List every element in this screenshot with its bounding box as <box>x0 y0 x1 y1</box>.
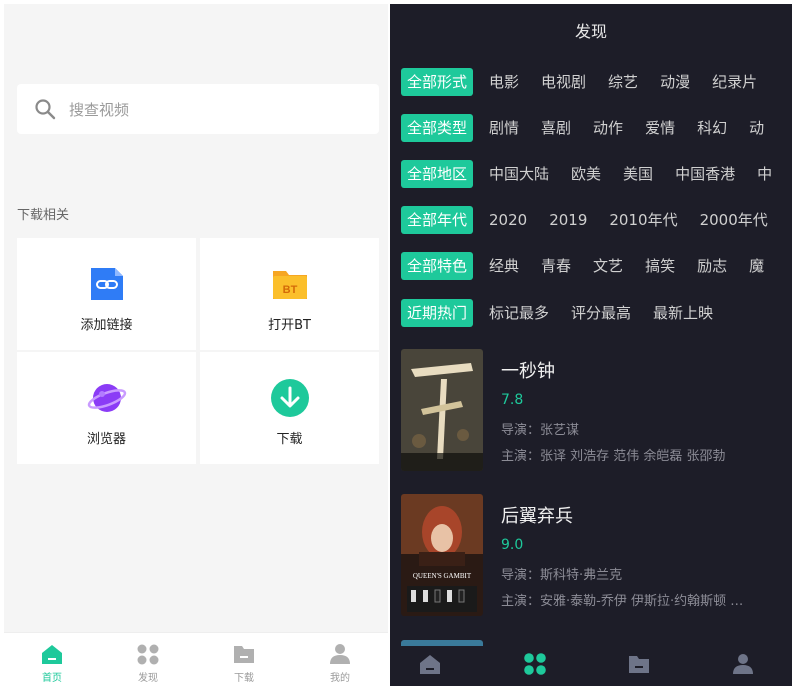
filter-chip-selected[interactable]: 全部类型 <box>401 114 474 142</box>
filter-row: 全部年代 2020 2019 2010年代 2000年代 <box>401 206 790 234</box>
filter-chip[interactable]: 综艺 <box>608 68 638 96</box>
tab-discover-label: 发现 <box>138 673 158 684</box>
filter-chip-selected[interactable]: 全部特色 <box>401 252 474 280</box>
tab-profile[interactable]: 我的 <box>292 633 388 686</box>
movie-director: 导演：张艺谋 <box>501 423 580 438</box>
filter-chip[interactable]: 青春 <box>541 252 571 280</box>
bottom-tab-bar <box>390 646 792 686</box>
filter-chip[interactable]: 科幻 <box>697 114 727 142</box>
svg-text:BT: BT <box>282 284 297 296</box>
home-icon[interactable] <box>418 652 442 676</box>
filter-chip[interactable]: 爱情 <box>645 114 675 142</box>
download-label: 下载 <box>276 432 303 447</box>
movie-director: 导演：斯科特·弗兰克 <box>501 568 623 583</box>
filter-chip[interactable]: 欧美 <box>571 160 601 188</box>
filter-chip-selected[interactable]: 全部形式 <box>401 68 474 96</box>
bt-folder-icon: BT <box>272 271 307 299</box>
tab-profile-label: 我的 <box>330 673 350 684</box>
filter-chip[interactable]: 喜剧 <box>541 114 571 142</box>
home-icon <box>42 645 62 664</box>
movie-card[interactable]: QUEEN'S GAMBIT 后翼弃兵 9.0 导演：斯科特·弗兰克 主演：安雅… <box>401 494 781 618</box>
section-title: 下载相关 <box>17 208 70 223</box>
movie-card[interactable]: 一秒钟 7.8 导演：张艺谋 主演：张译 刘浩存 范伟 余皑磊 张邵勃 <box>401 349 781 473</box>
poster-text: QUEEN'S GAMBIT <box>413 572 472 580</box>
movie-cast: 主演：张译 刘浩存 范伟 余皑磊 张邵勃 <box>501 449 726 464</box>
filter-chip[interactable]: 中国香港 <box>675 160 735 188</box>
filter-chip[interactable]: 中 <box>757 160 772 188</box>
filter-chip[interactable]: 纪录片 <box>712 68 757 96</box>
discover-screen: 发现 全部形式 电影 电视剧 综艺 动漫 纪录片 全部类型 剧情 喜剧 动作 爱情 科幻动全部地区 中国… <box>390 4 792 686</box>
filter-row: 全部形式 电影 电视剧 综艺 动漫 纪录片 <box>401 68 779 96</box>
filter-chip[interactable]: 2019 <box>549 206 587 234</box>
add-link-label: 添加链接 <box>80 318 133 333</box>
download-button[interactable]: 下载 <box>200 352 379 464</box>
search-bar[interactable]: 搜查视频 <box>17 84 379 134</box>
tab-home-label: 首页 <box>42 673 62 684</box>
filter-chip-selected[interactable]: 近期热门 <box>401 299 474 327</box>
grid-icon[interactable] <box>523 652 547 676</box>
tab-home[interactable]: 首页 <box>4 633 100 686</box>
search-icon <box>35 99 56 120</box>
planet-icon <box>87 384 126 412</box>
filter-chip[interactable]: 评分最高 <box>571 299 631 327</box>
movie-title: 一秒钟 <box>501 361 555 382</box>
filter-chip[interactable]: 标记最多 <box>489 299 549 327</box>
browser-button[interactable]: 浏览器 <box>17 352 196 464</box>
filter-chip-selected[interactable]: 全部地区 <box>401 160 474 188</box>
filter-row: 全部特色 经典 青春 文艺 搞笑 励志魔 <box>401 252 786 280</box>
movie-cast: 主演：安雅·泰勒-乔伊 伊斯拉·约翰斯顿 … <box>501 594 744 609</box>
filter-chip[interactable]: 2000年代 <box>700 206 768 234</box>
filter-chip[interactable]: 2010年代 <box>609 206 677 234</box>
filter-row: 全部地区 中国大陆 欧美 美国 中国香港中 <box>401 160 792 188</box>
open-bt-label: 打开BT <box>268 318 311 333</box>
filter-chip[interactable]: 剧情 <box>489 114 519 142</box>
browser-label: 浏览器 <box>86 432 126 447</box>
download-icon <box>270 379 309 417</box>
filter-chip[interactable]: 魔 <box>749 252 764 280</box>
tab-discover[interactable]: 发现 <box>100 633 196 686</box>
movie-score: 9.0 <box>501 537 524 553</box>
folder-icon <box>234 646 254 663</box>
grid-icon <box>137 644 159 665</box>
filter-chip[interactable]: 动作 <box>593 114 623 142</box>
link-icon <box>90 268 123 300</box>
search-placeholder[interactable]: 搜查视频 <box>69 99 129 120</box>
movie-poster: QUEEN'S GAMBIT <box>401 494 483 616</box>
filter-row: 全部类型 剧情 喜剧 动作 爱情 科幻动 <box>401 114 786 142</box>
user-icon[interactable] <box>731 652 755 676</box>
folder-icon[interactable] <box>627 652 651 676</box>
filter-chip[interactable]: 动漫 <box>660 68 690 96</box>
filter-chip[interactable]: 美国 <box>623 160 653 188</box>
add-link-button[interactable]: 添加链接 <box>17 238 196 350</box>
filter-chip[interactable]: 电视剧 <box>541 68 586 96</box>
filter-chip[interactable]: 2020 <box>489 206 527 234</box>
tab-downloads[interactable]: 下载 <box>196 633 292 686</box>
user-icon <box>330 644 350 664</box>
open-bt-button[interactable]: BT 打开BT <box>200 238 379 350</box>
filter-chip[interactable]: 最新上映 <box>653 299 713 327</box>
filter-chip[interactable]: 经典 <box>489 252 519 280</box>
bottom-tab-bar: 首页 发现 下载 我的 <box>4 632 388 686</box>
movie-poster <box>401 349 483 471</box>
filter-chip[interactable]: 搞笑 <box>645 252 675 280</box>
filter-row: 近期热门 标记最多 评分最高 最新上映 <box>401 299 735 327</box>
filter-chip-selected[interactable]: 全部年代 <box>401 206 474 234</box>
tab-downloads-label: 下载 <box>234 673 254 684</box>
filter-chip[interactable]: 电影 <box>489 68 519 96</box>
download-tools-grid: 添加链接 BT 打开BT 浏览器 下载 <box>17 238 379 464</box>
movie-score: 7.8 <box>501 392 524 408</box>
filter-chip[interactable]: 励志 <box>697 252 727 280</box>
filter-chip[interactable]: 文艺 <box>593 252 623 280</box>
page-title: 发现 <box>574 22 607 41</box>
filter-chip[interactable]: 中国大陆 <box>489 160 549 188</box>
home-screen: 搜查视频 下载相关 添加链接 BT 打开BT 浏览器 下载 首页 发现 下载 我… <box>4 4 388 686</box>
movie-title: 后翼弃兵 <box>501 506 573 527</box>
filter-chip[interactable]: 动 <box>749 114 764 142</box>
